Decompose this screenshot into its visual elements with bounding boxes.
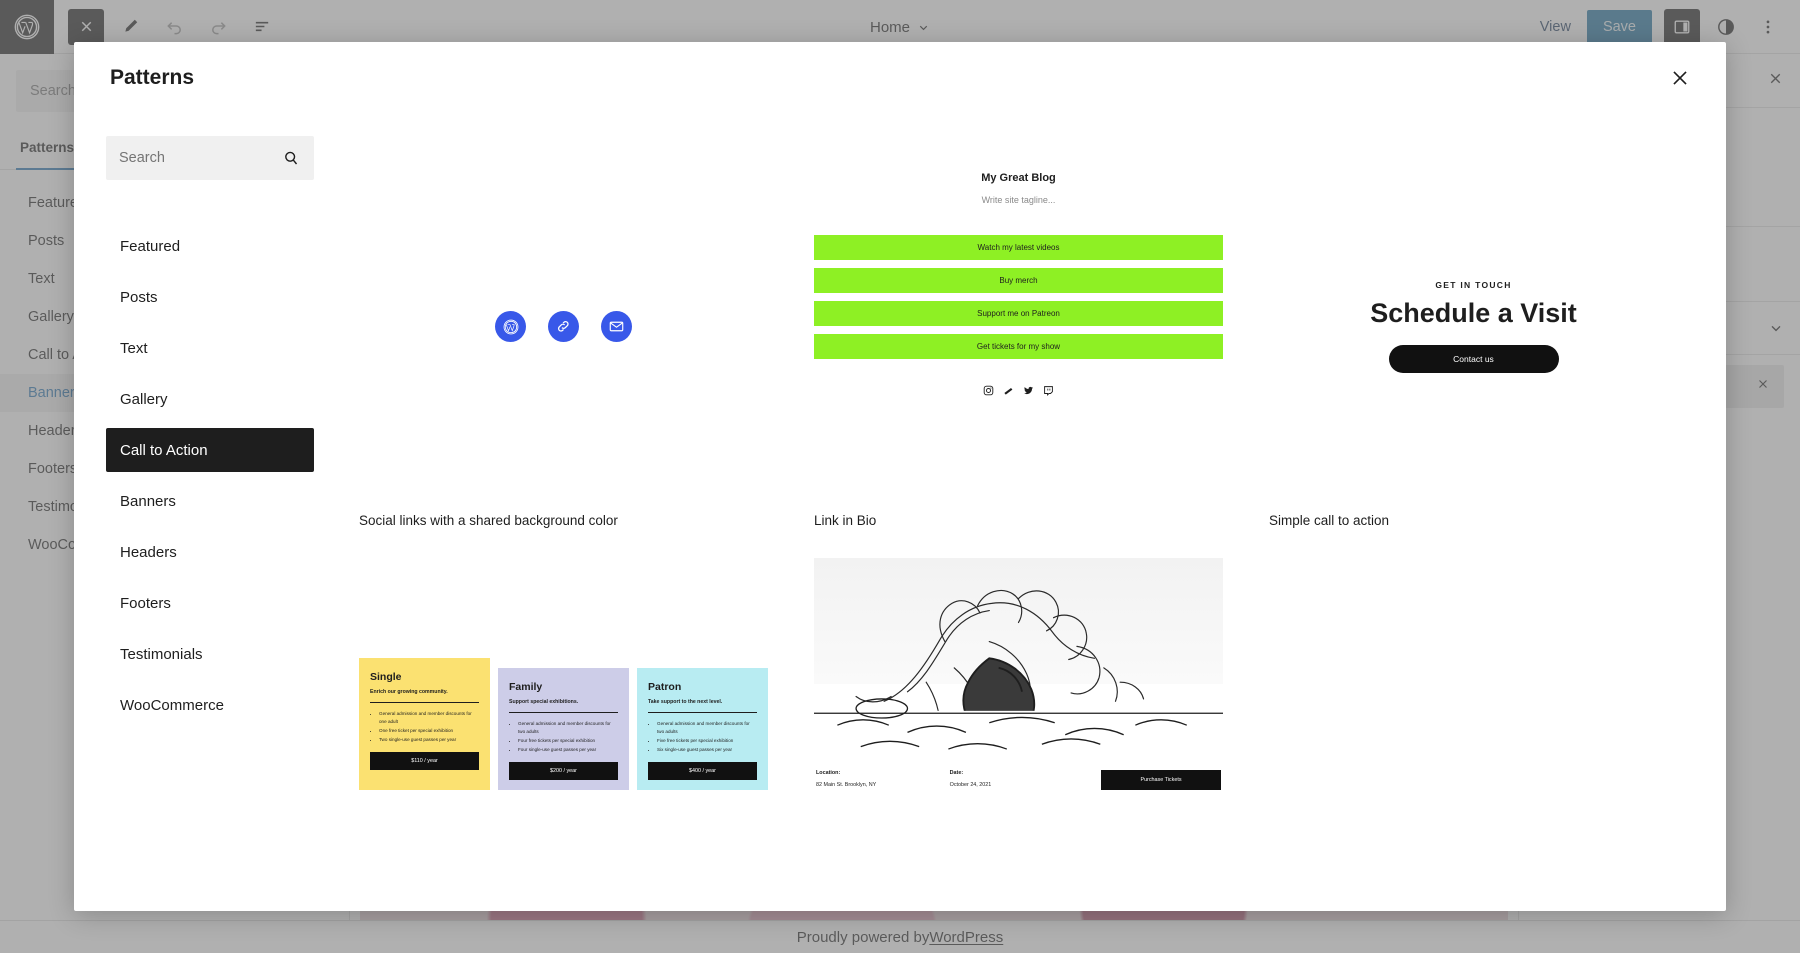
bio-button: Get tickets for my show xyxy=(814,334,1223,359)
pricing-feature: Six single-use guest passes per year xyxy=(657,746,757,754)
bio-button: Watch my latest videos xyxy=(814,235,1223,260)
patreon-icon xyxy=(1004,387,1013,395)
cta-eyebrow: GET IN TOUCH xyxy=(1435,280,1512,290)
pricing-feature: One free ticket per special exhibition xyxy=(379,727,479,735)
bio-tagline: Write site tagline... xyxy=(981,195,1056,205)
event-location-label: Location: xyxy=(816,770,841,776)
event-meta: Location: 82 Main St. Brooklyn, NY Date:… xyxy=(814,761,1223,790)
divider xyxy=(648,712,757,713)
event-date-col: Date: October 24, 2021 xyxy=(950,770,1084,788)
pattern-caption: Social links with a shared background co… xyxy=(359,513,618,528)
bio-button: Buy merch xyxy=(814,268,1223,293)
mail-icon xyxy=(601,311,632,342)
pattern-category-posts[interactable]: Posts xyxy=(106,275,314,319)
bio-social-icons xyxy=(983,385,1054,396)
link-icon xyxy=(548,311,579,342)
cta-button: Contact us xyxy=(1388,345,1559,373)
pattern-grid-empty-cell xyxy=(1269,558,1678,790)
pattern-card-simple-cta[interactable]: GET IN TOUCH Schedule a Visit Contact us… xyxy=(1269,154,1678,558)
pricing-price: $400 / year xyxy=(648,762,757,781)
event-date-label: Date: xyxy=(949,770,964,776)
pricing-card-family: Family Support special exhibitions. Gene… xyxy=(498,668,629,790)
event-illustration xyxy=(814,558,1223,761)
pricing-title: Family xyxy=(509,681,543,693)
pattern-caption: Simple call to action xyxy=(1269,513,1390,528)
pricing-subtitle: Enrich our growing community. xyxy=(370,689,448,695)
event-location-col: Location: 82 Main St. Brooklyn, NY xyxy=(816,770,950,788)
pattern-card-social-links[interactable]: Social links with a shared background co… xyxy=(359,154,768,558)
pattern-card-event[interactable]: Location: 82 Main St. Brooklyn, NY Date:… xyxy=(814,558,1223,790)
pricing-feature: Two single-use guest passes per year xyxy=(379,736,479,744)
modal-sidebar: Search Featured Posts Text Gallery Call … xyxy=(74,114,319,911)
bio-button: Support me on Patreon xyxy=(814,301,1223,326)
pricing-feature: General admission and member discounts f… xyxy=(518,720,618,736)
pattern-preview-social-links xyxy=(359,154,768,499)
pattern-preview-event: Location: 82 Main St. Brooklyn, NY Date:… xyxy=(814,558,1223,790)
cta-title: Schedule a Visit xyxy=(1370,298,1577,328)
patterns-modal: Patterns Search Featured Posts Text Gall… xyxy=(74,42,1726,911)
pattern-category-call-to-action[interactable]: Call to Action xyxy=(106,428,314,472)
divider xyxy=(370,702,479,703)
event-date-value: October 24, 2021 xyxy=(949,782,992,788)
pricing-subtitle: Support special exhibitions. xyxy=(509,699,579,705)
pattern-preview-link-in-bio: My Great Blog Write site tagline... Watc… xyxy=(814,154,1223,499)
pattern-search-placeholder: Search xyxy=(119,150,165,166)
pattern-card-link-in-bio[interactable]: My Great Blog Write site tagline... Watc… xyxy=(814,154,1223,558)
pricing-price: $200 / year xyxy=(509,762,618,781)
pricing-feature: General admission and member discounts f… xyxy=(379,710,479,726)
pattern-category-text[interactable]: Text xyxy=(106,326,314,370)
pattern-category-featured[interactable]: Featured xyxy=(106,224,314,268)
pricing-card-patron: Patron Take support to the next level. G… xyxy=(637,668,768,790)
pattern-grid-area: Social links with a shared background co… xyxy=(319,114,1726,911)
wordpress-icon xyxy=(495,311,526,342)
pattern-card-pricing[interactable]: Single Enrich our growing community. Gen… xyxy=(359,558,768,790)
pattern-category-gallery[interactable]: Gallery xyxy=(106,377,314,421)
bio-site-title: My Great Blog xyxy=(981,172,1056,184)
instagram-icon xyxy=(983,385,994,396)
pricing-feature: General admission and member discounts f… xyxy=(657,720,757,736)
pattern-category-testimonials[interactable]: Testimonials xyxy=(106,632,314,676)
bio-button-list: Watch my latest videos Buy merch Support… xyxy=(814,235,1223,367)
pricing-title: Patron xyxy=(648,681,682,693)
pricing-feature: Five free tickets per special exhibition xyxy=(657,737,757,745)
pricing-price: $110 / year xyxy=(370,752,479,771)
pattern-preview-pricing: Single Enrich our growing community. Gen… xyxy=(359,558,768,790)
pattern-category-banners[interactable]: Banners xyxy=(106,479,314,523)
pattern-category-woocommerce[interactable]: WooCommerce xyxy=(106,683,314,727)
pricing-card-single: Single Enrich our growing community. Gen… xyxy=(359,658,490,790)
modal-header: Patterns xyxy=(74,42,1726,114)
search-icon xyxy=(285,151,298,164)
pricing-feature-list: General admission and member discounts f… xyxy=(648,720,757,754)
divider xyxy=(509,712,618,713)
modal-title: Patterns xyxy=(110,66,195,89)
pattern-category-footers[interactable]: Footers xyxy=(106,581,314,625)
pricing-feature-list: General admission and member discounts f… xyxy=(370,710,479,744)
pattern-preview-simple-cta: GET IN TOUCH Schedule a Visit Contact us xyxy=(1269,154,1678,499)
close-icon[interactable] xyxy=(1662,60,1698,96)
pricing-feature: Four free tickets per special exhibition xyxy=(518,737,618,745)
pattern-grid: Social links with a shared background co… xyxy=(359,154,1678,790)
purchase-tickets-button: Purchase Tickets xyxy=(1101,770,1221,790)
twitch-icon xyxy=(1044,386,1053,396)
pricing-title: Single xyxy=(370,671,402,683)
event-location-value: 82 Main St. Brooklyn, NY xyxy=(816,782,877,788)
pricing-subtitle: Take support to the next level. xyxy=(648,699,723,705)
pricing-feature-list: General admission and member discounts f… xyxy=(509,720,618,754)
twitter-icon xyxy=(1023,386,1034,395)
pattern-search-input[interactable]: Search xyxy=(106,136,314,180)
pattern-category-list: Featured Posts Text Gallery Call to Acti… xyxy=(106,224,319,727)
modal-body: Search Featured Posts Text Gallery Call … xyxy=(74,114,1726,911)
pattern-caption: Link in Bio xyxy=(814,513,877,528)
pattern-category-headers[interactable]: Headers xyxy=(106,530,314,574)
pricing-feature: Four single-use guest passes per year xyxy=(518,746,618,754)
